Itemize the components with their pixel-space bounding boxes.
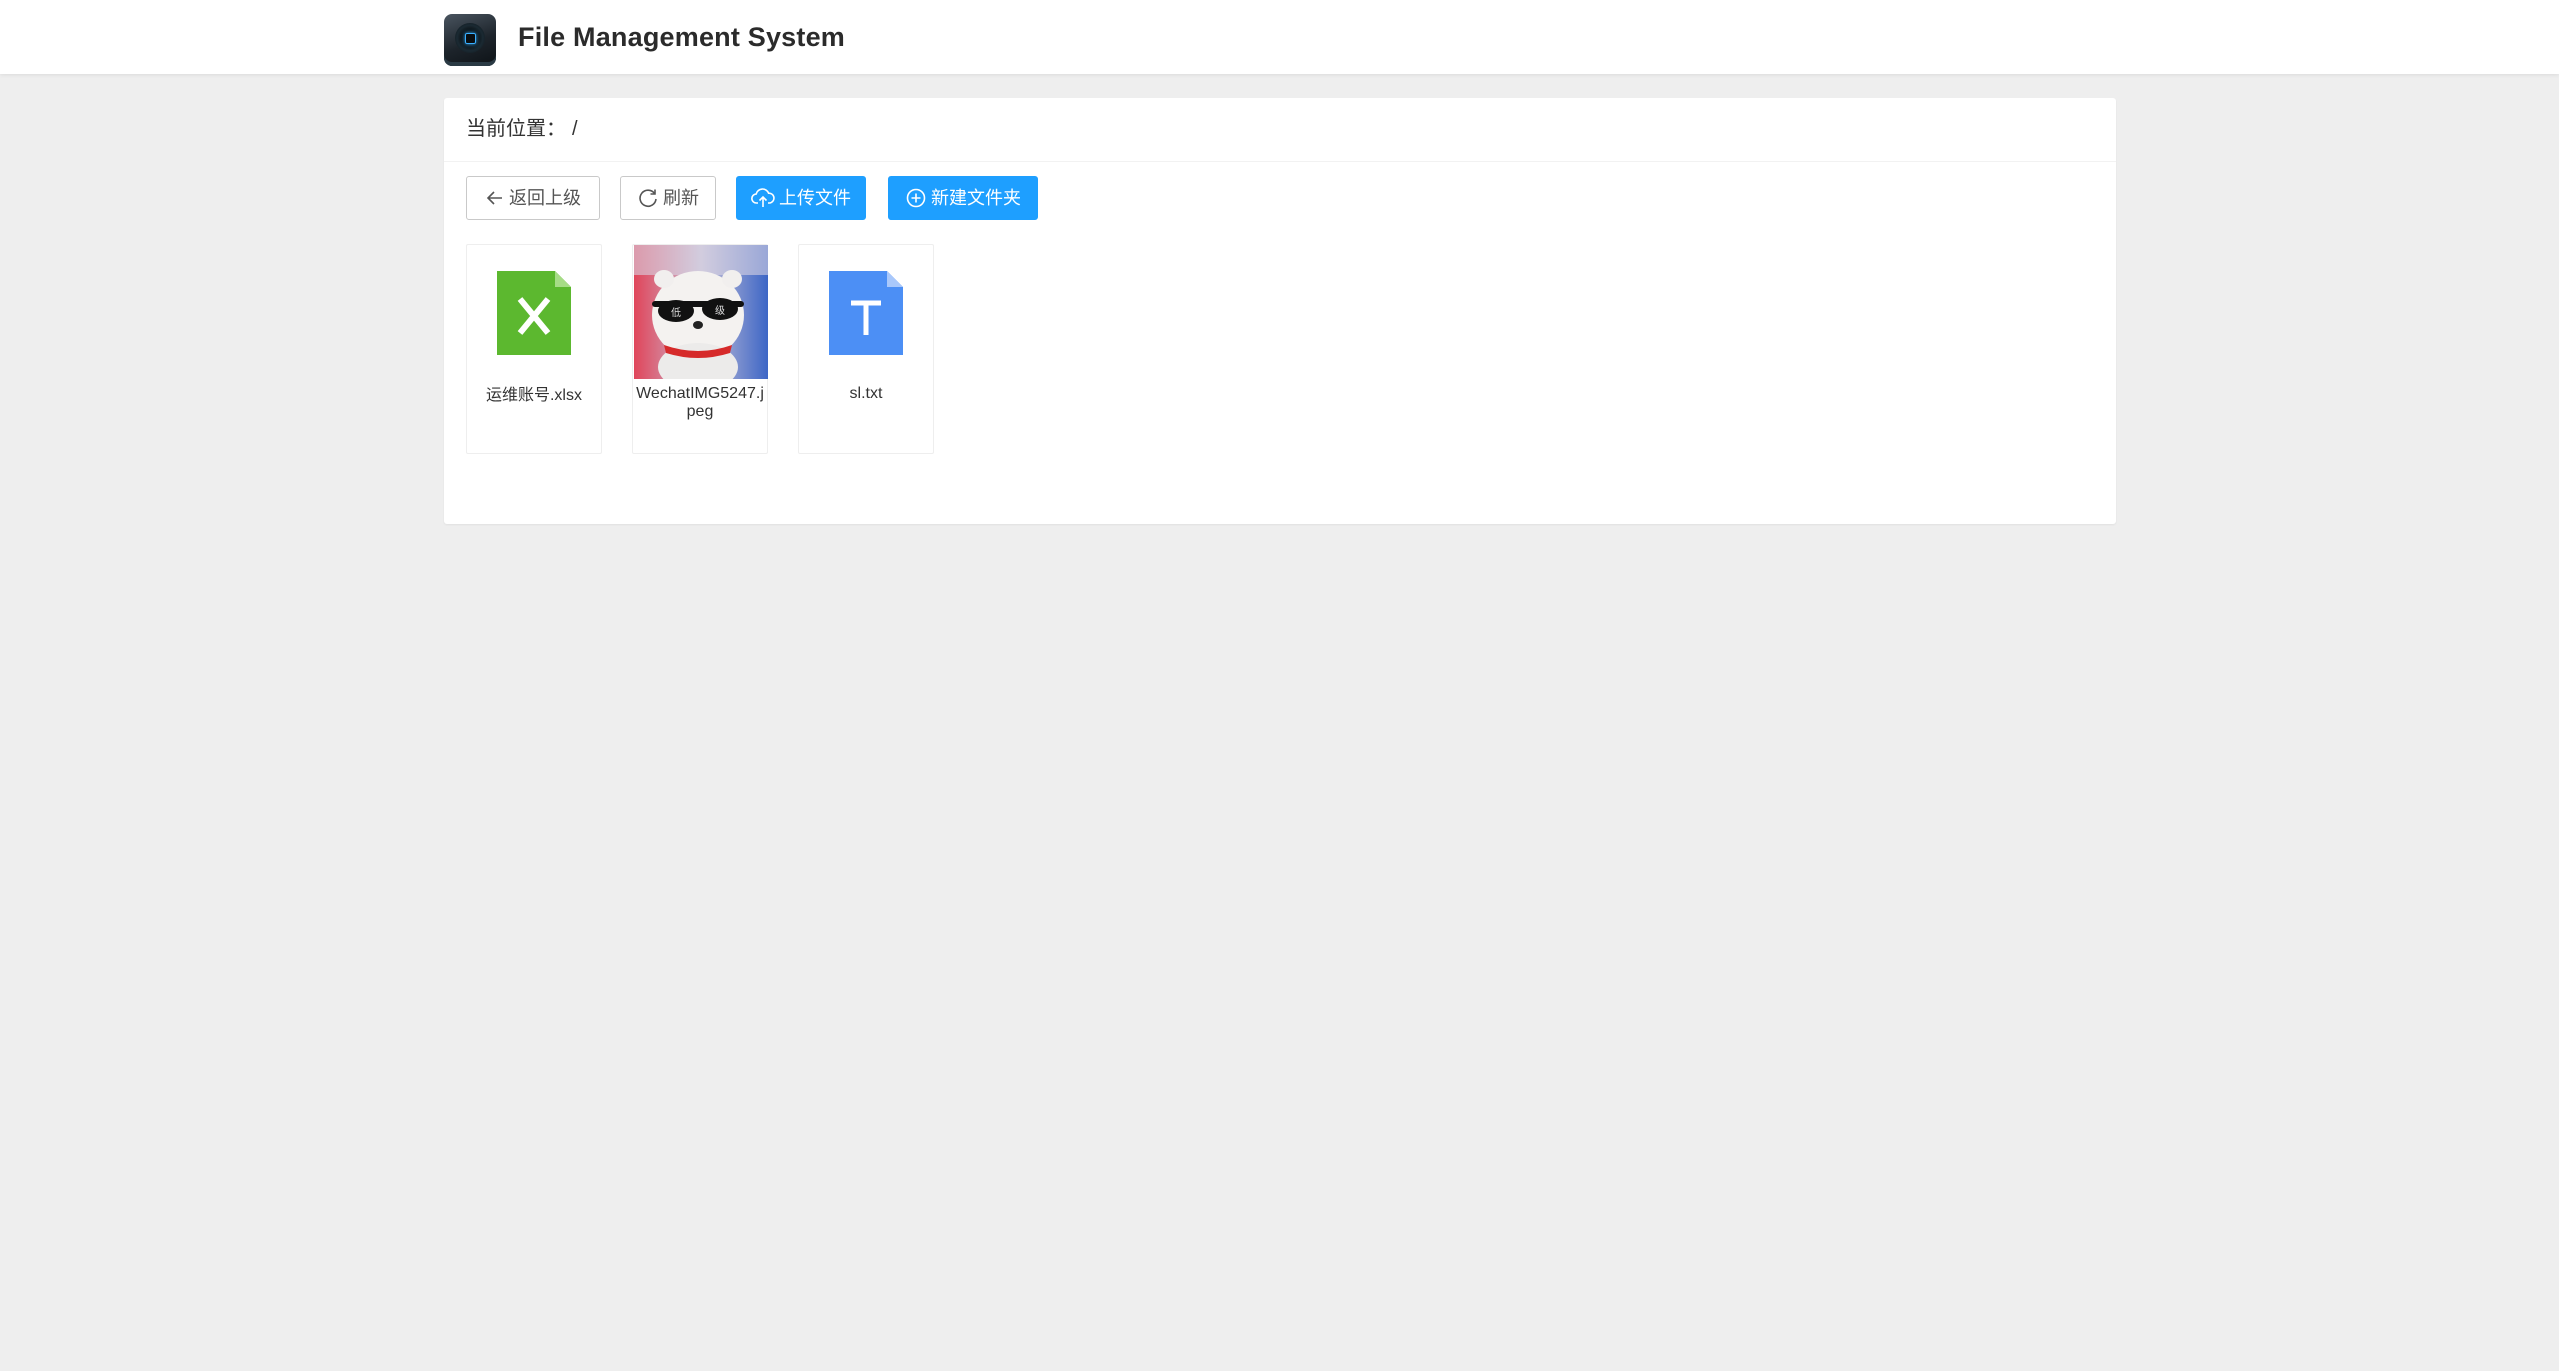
breadcrumb: 当前位置： /: [444, 98, 2116, 162]
camera-logo-icon: [444, 14, 496, 66]
image-thumbnail: 低 级: [634, 245, 768, 379]
upload-file-button-label: 上传文件: [779, 188, 851, 208]
file-name: 运维账号.xlsx: [485, 387, 582, 404]
file-browser-panel: 当前位置： / 返回上级 刷新 上传文件 新建文件夹 运维账号.xlsx 低 级…: [444, 98, 2116, 524]
back-button[interactable]: 返回上级: [466, 176, 600, 220]
file-name: WechatIMG5247.jpeg: [636, 385, 764, 420]
new-folder-button-label: 新建文件夹: [931, 188, 1021, 208]
new-folder-button[interactable]: 新建文件夹: [888, 176, 1038, 220]
file-item[interactable]: sl.txt: [798, 244, 934, 454]
app-title: File Management System: [518, 22, 846, 52]
excel-file-icon: [497, 271, 571, 355]
top-header: File Management System: [0, 0, 2559, 74]
breadcrumb-path[interactable]: /: [572, 118, 578, 140]
text-file-icon: [829, 271, 903, 355]
file-item[interactable]: 低 级 WechatIMG5247.jpeg: [632, 244, 768, 454]
cloud-upload-icon: [751, 188, 775, 207]
upload-file-button[interactable]: 上传文件: [736, 176, 866, 220]
back-button-label: 返回上级: [509, 188, 581, 208]
refresh-icon: [639, 189, 657, 208]
breadcrumb-label: 当前位置：: [466, 118, 566, 140]
file-name: sl.txt: [849, 385, 883, 402]
plus-circle-icon: [906, 188, 926, 208]
refresh-button[interactable]: 刷新: [620, 176, 716, 220]
thumbnail-text: 级: [715, 305, 725, 317]
thumbnail-text: 低: [671, 306, 681, 319]
file-item[interactable]: 运维账号.xlsx: [466, 244, 602, 454]
arrow-left-icon: [486, 191, 502, 205]
refresh-button-label: 刷新: [663, 188, 699, 208]
